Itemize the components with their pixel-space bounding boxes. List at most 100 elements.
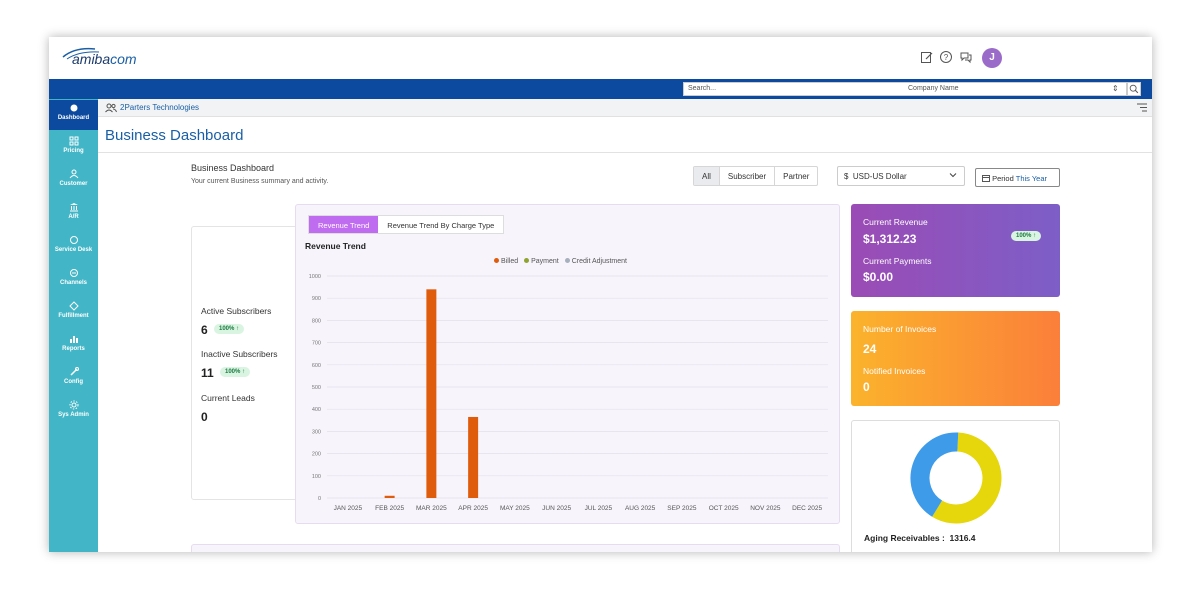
tab-revenue-by-charge-type[interactable]: Revenue Trend By Charge Type — [378, 216, 503, 233]
search-icon[interactable] — [1127, 82, 1141, 96]
y-tick-label: 900 — [312, 296, 321, 302]
revenue-card: Current Revenue $1,312.23 100% ↑ Current… — [851, 204, 1060, 297]
gear-icon — [69, 400, 78, 410]
inactive-subscribers-label: Inactive Subscribers — [201, 349, 278, 359]
chart-title: Revenue Trend — [305, 241, 366, 251]
legend-item-credit-adjustment[interactable]: Credit Adjustment — [564, 258, 627, 265]
x-tick-label: MAY 2025 — [500, 505, 530, 512]
currency-select[interactable]: $ USD-US Dollar — [837, 166, 965, 186]
edit-icon[interactable] — [920, 50, 934, 64]
legend-dot-billed — [494, 258, 499, 263]
filter-tab-subscriber[interactable]: Subscriber — [720, 167, 776, 185]
current-leads-label: Current Leads — [201, 393, 255, 403]
bank-icon — [69, 203, 78, 212]
help-icon[interactable]: ? — [939, 50, 953, 64]
currency-symbol: $ — [844, 172, 849, 181]
notified-invoices-value: 0 — [863, 380, 870, 394]
filter-tabs: All Subscriber Partner — [693, 166, 819, 186]
menu-icon[interactable] — [1137, 103, 1147, 112]
sidebar-label: Reports — [62, 346, 85, 352]
fulfillment-icon — [68, 301, 79, 311]
legend-label-billed: Billed — [501, 258, 519, 265]
sidebar-item-config[interactable]: Config — [49, 364, 98, 394]
y-tick-label: 100 — [312, 474, 321, 480]
y-tick-label: 400 — [312, 407, 321, 413]
user-avatar[interactable]: J — [982, 48, 1002, 68]
secondary-chart-card — [191, 544, 840, 552]
sidebar-label: Sys Admin — [58, 412, 89, 418]
chart-legend: Billed Payment Credit Adjustment — [494, 258, 627, 265]
sidebar: Dashboard Pricing Customer A/R Service D… — [49, 99, 98, 552]
sidebar-item-channels[interactable]: Channels — [49, 265, 98, 295]
period-button[interactable]: Period This Year — [975, 168, 1060, 187]
breadcrumb: 2Parters Technologies — [98, 99, 1152, 117]
amibacom-logo[interactable]: amibacom — [61, 45, 161, 71]
search-input[interactable]: Search... Company Name ⇕ — [683, 82, 1127, 96]
pricing-icon — [69, 136, 78, 146]
x-tick-label: JUN 2025 — [542, 505, 571, 512]
chevron-down-icon — [949, 173, 957, 178]
bar-billed — [468, 416, 479, 498]
sidebar-item-dashboard[interactable]: Dashboard — [49, 100, 98, 130]
sidebar-item-reports[interactable]: Reports — [49, 331, 98, 361]
dashboard-icon — [70, 104, 77, 112]
x-tick-label: JUL 2025 — [585, 505, 613, 512]
bar-billed — [384, 495, 395, 498]
bar-billed — [426, 289, 437, 498]
breadcrumb-company[interactable]: 2Parters Technologies — [120, 103, 199, 112]
channels-icon — [69, 269, 78, 277]
y-tick-label: 1000 — [309, 274, 321, 280]
sidebar-item-customer[interactable]: Customer — [49, 166, 98, 196]
current-revenue-badge: 100% ↑ — [1011, 231, 1042, 241]
invoices-card: Number of Invoices 24 Notified Invoices … — [851, 311, 1060, 406]
revenue-trend-card: Revenue Trend Revenue Trend By Charge Ty… — [295, 204, 840, 524]
top-bar: amibacom ? J — [49, 37, 1152, 79]
logo-text: amibacom — [72, 51, 137, 67]
x-tick-label: DEC 2025 — [792, 505, 822, 512]
legend-item-payment[interactable]: Payment — [524, 258, 559, 265]
tab-revenue-trend[interactable]: Revenue Trend — [309, 216, 379, 233]
y-tick-label: 600 — [312, 363, 321, 369]
logo-main-text: amiba — [72, 51, 111, 67]
x-tick-label: MAR 2025 — [416, 505, 447, 512]
sidebar-item-service-desk[interactable]: Service Desk — [49, 232, 98, 262]
aging-receivables-card: Aging Receivables : 1316.4 — [851, 420, 1060, 552]
current-payments-label: Current Payments — [863, 256, 932, 266]
x-tick-label: JAN 2025 — [334, 505, 363, 512]
x-tick-label: AUG 2025 — [625, 505, 656, 512]
current-revenue-value: $1,312.23 — [863, 232, 917, 246]
sidebar-label: Config — [64, 379, 83, 385]
y-tick-label: 0 — [318, 496, 321, 502]
header-bar: Search... Company Name ⇕ — [49, 79, 1152, 99]
sidebar-label: A/R — [68, 214, 79, 220]
customer-icon — [69, 169, 78, 179]
legend-label-payment: Payment — [531, 258, 559, 265]
calendar-icon — [982, 175, 990, 182]
sidebar-item-ar[interactable]: A/R — [49, 199, 98, 229]
active-subscribers-badge: 100% ↑ — [214, 324, 245, 334]
donut-slice[interactable] — [910, 432, 959, 517]
x-tick-label: SEP 2025 — [667, 505, 697, 512]
y-tick-label: 200 — [312, 452, 321, 458]
select-arrow-icon[interactable]: ⇕ — [1112, 84, 1119, 93]
filter-tab-partner[interactable]: Partner — [775, 167, 817, 185]
company-select[interactable]: Company Name — [908, 85, 959, 92]
invoices-value: 24 — [863, 342, 877, 356]
chat-icon[interactable] — [959, 50, 973, 64]
sidebar-item-sys-admin[interactable]: Sys Admin — [49, 397, 98, 427]
aging-donut-chart — [910, 432, 1002, 524]
sidebar-label: Customer — [59, 181, 88, 187]
sidebar-item-fulfillment[interactable]: Fulfillment — [49, 298, 98, 328]
legend-item-billed[interactable]: Billed — [494, 258, 518, 265]
inactive-subscribers-value: 11 — [201, 366, 214, 380]
legend-dot-payment — [524, 258, 530, 263]
subscribers-card: Active Subscribers 6 100% ↑ Inactive Sub… — [191, 226, 301, 500]
filter-tab-all[interactable]: All — [694, 167, 720, 185]
reports-icon — [69, 336, 78, 343]
legend-label-credit: Credit Adjustment — [571, 258, 627, 265]
y-tick-label: 800 — [312, 318, 321, 324]
section-description: Your current Business summary and activi… — [191, 178, 329, 185]
x-tick-label: OCT 2025 — [709, 505, 739, 512]
notified-invoices-label: Notified Invoices — [863, 366, 926, 376]
sidebar-item-pricing[interactable]: Pricing — [49, 133, 98, 163]
